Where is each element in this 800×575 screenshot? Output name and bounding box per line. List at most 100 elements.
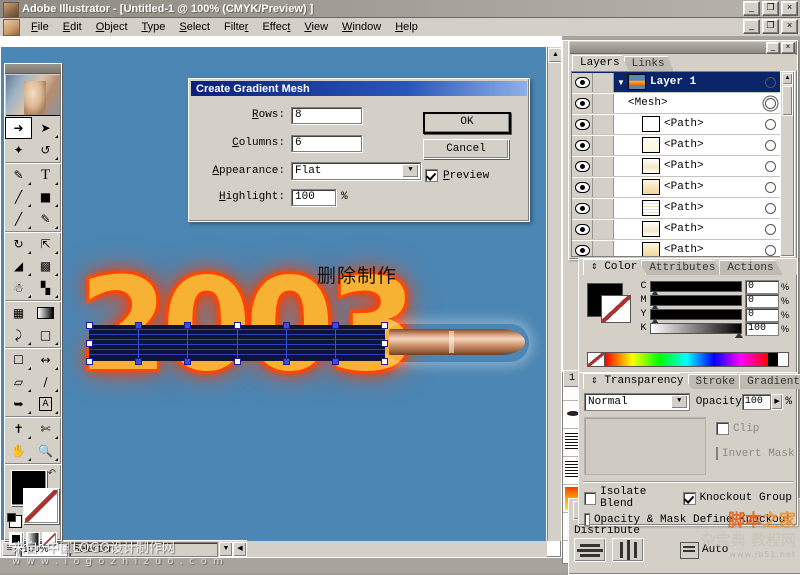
menu-type[interactable]: Type	[135, 19, 173, 35]
layer-name[interactable]: <Path>	[664, 223, 765, 235]
appearance-select[interactable]: Flat ▼	[291, 162, 421, 180]
table-row[interactable]: <Path>	[572, 219, 794, 240]
layer-target-icon[interactable]	[765, 181, 776, 193]
black-white-swatches[interactable]	[768, 353, 788, 366]
layer-lock-toggle[interactable]	[593, 72, 614, 92]
layer-lock-toggle[interactable]	[593, 114, 614, 134]
distribute-vertical-center-button[interactable]	[574, 538, 606, 562]
menu-object[interactable]: Object	[89, 19, 135, 35]
opacity-mask-checkbox[interactable]	[584, 513, 590, 526]
status-text[interactable]: Selection	[69, 541, 218, 557]
tool-type[interactable]: T	[32, 164, 59, 186]
layer-lock-toggle[interactable]	[593, 93, 614, 113]
clip-row[interactable]: Clip	[716, 422, 792, 435]
slider-magenta[interactable]: M 0 %	[637, 293, 791, 310]
color-spectrum-ramp[interactable]	[587, 352, 789, 367]
layer-lock-toggle[interactable]	[593, 198, 614, 218]
tool-perspective[interactable]: ▱	[5, 371, 32, 393]
layer-target-icon[interactable]	[765, 76, 776, 88]
distribute-horizontal-center-button[interactable]	[612, 538, 644, 562]
layer-target-icon[interactable]	[765, 118, 776, 130]
doc-restore-button[interactable]: ❐	[762, 19, 779, 34]
layer-visibility-toggle[interactable]	[572, 135, 593, 155]
table-row[interactable]: <Path>	[572, 114, 794, 135]
rows-input[interactable]: 8	[291, 106, 362, 124]
slider-yellow[interactable]: Y 0 %	[637, 307, 791, 324]
slider-value-y[interactable]: 0	[745, 307, 779, 322]
table-row[interactable]: <Path>	[572, 177, 794, 198]
doc-close-button[interactable]: ×	[781, 19, 798, 34]
layer-target-icon[interactable]	[765, 139, 776, 151]
layer-visibility-toggle[interactable]	[572, 114, 593, 134]
tool-eyedropper[interactable]: ⤸	[5, 324, 32, 346]
highlight-input[interactable]: 100	[291, 188, 336, 206]
layer-visibility-toggle[interactable]	[572, 198, 593, 218]
auto-distribute-group[interactable]: Auto	[680, 541, 728, 559]
slider-cyan[interactable]: C 0 %	[637, 279, 791, 296]
tab-attributes[interactable]: Attributes	[641, 260, 725, 275]
layer-name[interactable]: <Mesh>	[628, 97, 765, 109]
tool-magic-wand[interactable]: ✦	[5, 139, 32, 161]
tool-warp[interactable]: ◢	[5, 255, 32, 277]
cancel-button[interactable]: Cancel	[423, 139, 509, 159]
layer-target-icon[interactable]	[765, 97, 776, 109]
menu-help[interactable]: Help	[388, 19, 425, 35]
tab-stroke[interactable]: Stroke	[687, 374, 745, 389]
layer-name[interactable]: <Path>	[664, 181, 765, 193]
layer-name[interactable]: Layer 1	[650, 76, 765, 88]
invert-mask-row[interactable]: Invert Mask	[716, 447, 795, 460]
chevron-down-icon[interactable]: ▼	[402, 164, 419, 178]
layers-scroll-thumb[interactable]	[782, 86, 793, 116]
tool-rotate[interactable]: ↻	[5, 233, 32, 255]
tool-direct-selection[interactable]: ➤	[32, 117, 59, 139]
layer-visibility-toggle[interactable]	[572, 219, 593, 239]
tab-actions[interactable]: Actions	[719, 260, 783, 275]
chevron-down-icon[interactable]: ▼	[670, 395, 688, 409]
document-icon[interactable]	[3, 18, 20, 36]
layers-minimize-button[interactable]: _	[766, 42, 780, 54]
columns-input[interactable]: 6	[291, 134, 362, 152]
layer-name[interactable]: <Path>	[664, 244, 765, 256]
minimize-button[interactable]: _	[743, 1, 760, 16]
gradient-mesh-selection[interactable]	[86, 322, 388, 365]
opacity-stepper[interactable]: ▶	[770, 394, 784, 410]
layer-name[interactable]: <Path>	[664, 118, 765, 130]
knockout-group-checkbox[interactable]	[683, 491, 696, 505]
table-row[interactable]: <Path>	[572, 156, 794, 177]
table-row[interactable]: <Mesh>	[572, 93, 794, 114]
layer-lock-toggle[interactable]	[593, 156, 614, 176]
layer-lock-toggle[interactable]	[593, 177, 614, 197]
tool-rectangle[interactable]: ■	[32, 186, 59, 208]
slider-track-c[interactable]	[650, 281, 742, 296]
tool-pen[interactable]: ✎	[5, 164, 32, 186]
slider-track-m[interactable]	[650, 295, 742, 310]
layer-target-icon[interactable]	[765, 160, 776, 172]
table-row[interactable]: <Path>	[572, 240, 794, 256]
table-row[interactable]: <Path>	[572, 135, 794, 156]
doc-minimize-button[interactable]: _	[743, 19, 760, 34]
blend-mode-select[interactable]: Normal ▼	[584, 393, 690, 411]
gradient-mode-button[interactable]	[25, 532, 41, 547]
tool-artboard[interactable]: ☐	[5, 349, 32, 371]
close-button[interactable]: ×	[781, 1, 798, 16]
dialog-title-bar[interactable]: Create Gradient Mesh	[191, 81, 527, 96]
tool-selection[interactable]: ➜	[5, 117, 32, 139]
preview-checkbox[interactable]	[425, 169, 438, 182]
layer-name[interactable]: <Path>	[664, 139, 765, 151]
slider-track-k[interactable]	[650, 323, 743, 338]
tool-info[interactable]: ∕	[32, 371, 59, 393]
swap-fill-stroke-icon[interactable]: ↶	[48, 468, 56, 479]
toolbox-title-bar[interactable]	[5, 64, 61, 74]
stroke-swatch[interactable]	[23, 488, 59, 524]
tool-knife[interactable]: ✝	[5, 418, 32, 440]
tab-gradient[interactable]: Gradient	[739, 374, 800, 389]
menu-effect[interactable]: Effect	[255, 19, 297, 35]
layer-lock-toggle[interactable]	[593, 219, 614, 239]
restore-button[interactable]: ❐	[762, 1, 779, 16]
menu-select[interactable]: Select	[172, 19, 217, 35]
layer-lock-toggle[interactable]	[593, 240, 614, 256]
tool-symbol-sprayer[interactable]: ☃	[5, 277, 32, 299]
menu-window[interactable]: Window	[335, 19, 388, 35]
tab-layers[interactable]: Layers	[572, 55, 629, 71]
chevron-down-icon[interactable]: ▼	[614, 78, 628, 87]
